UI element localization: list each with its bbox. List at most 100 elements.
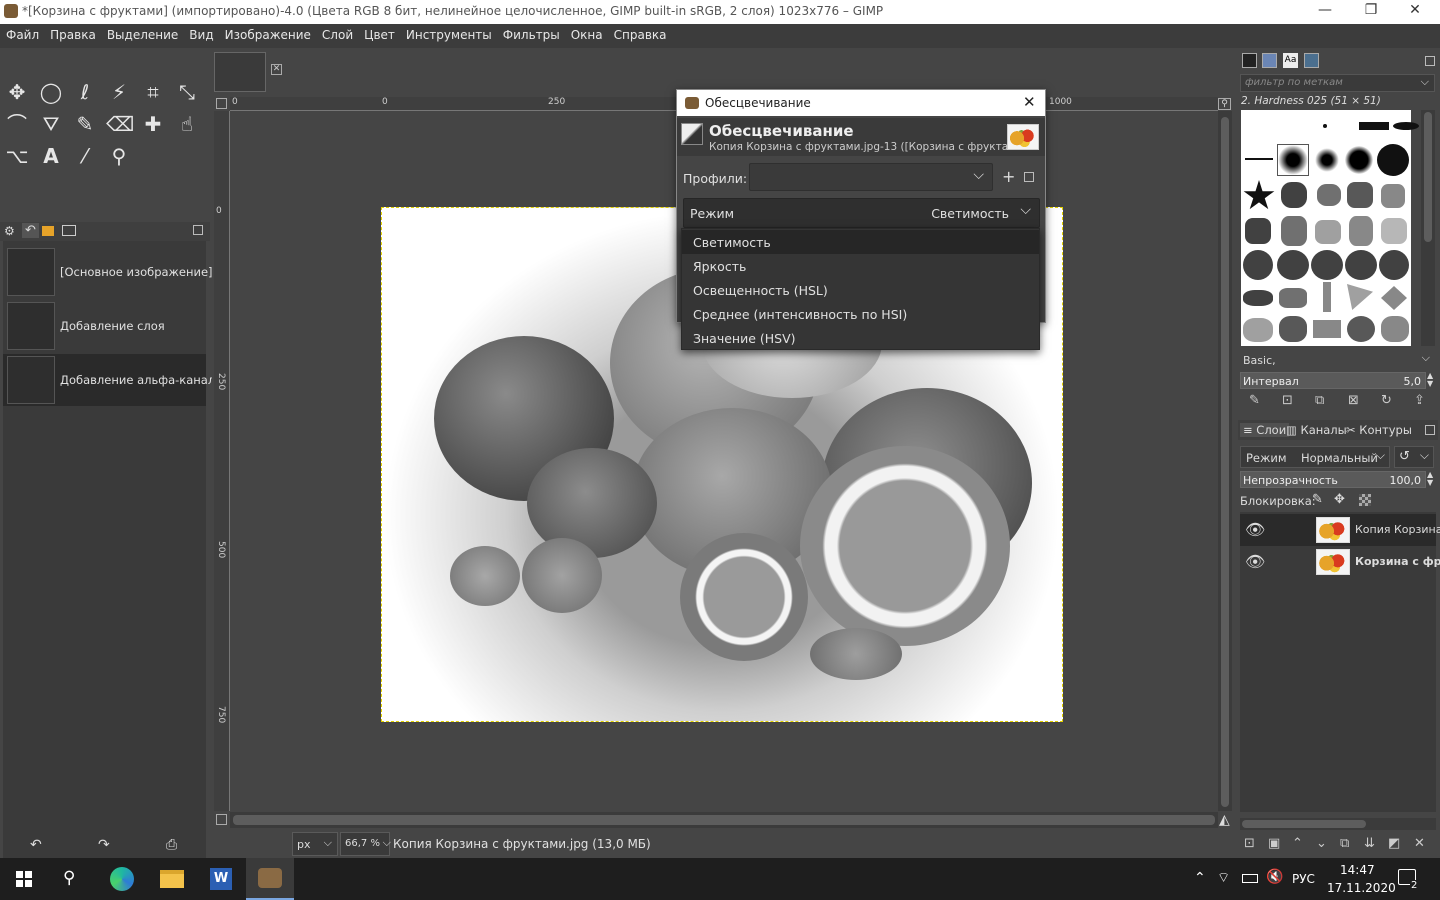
visibility-eye-icon[interactable]: 👁 xyxy=(1245,552,1265,571)
taskbar-explorer[interactable] xyxy=(148,858,196,900)
brush-filter-input[interactable]: фильтр по меткам ⌵ xyxy=(1240,74,1435,92)
duplicate-layer-icon[interactable]: ⧉ xyxy=(1340,836,1349,851)
brush-preset[interactable] xyxy=(1345,146,1373,174)
clock-time[interactable]: 14:47 xyxy=(1340,863,1375,877)
brush-preset[interactable] xyxy=(1243,250,1273,280)
brush-preset[interactable] xyxy=(1349,216,1373,246)
brush-preset[interactable] xyxy=(1281,182,1307,208)
open-as-image-icon[interactable]: ⇪ xyxy=(1414,393,1425,408)
brush-preset[interactable] xyxy=(1381,218,1407,244)
tab-channels[interactable]: ▥ Каналы xyxy=(1286,423,1347,437)
eraser-icon[interactable]: ⌫ xyxy=(106,111,134,137)
brush-scrollbar[interactable] xyxy=(1421,110,1435,346)
brush-preset[interactable] xyxy=(1347,316,1375,342)
profile-menu-icon[interactable] xyxy=(1024,172,1034,182)
new-layer-icon[interactable]: ⊡ xyxy=(1244,836,1255,851)
fuzzy-select-icon[interactable]: ⚡ xyxy=(106,79,132,105)
opacity-slider[interactable]: Непрозрачность 100,0 xyxy=(1240,471,1426,488)
navigate-arrow-icon[interactable]: ◭ xyxy=(1219,812,1230,828)
configure-tab-icon[interactable] xyxy=(1425,425,1435,435)
zoom-select[interactable]: 66,7 % ⌵ xyxy=(340,832,391,856)
brush-preset[interactable] xyxy=(1245,218,1271,244)
menu-image[interactable]: Изображение xyxy=(219,24,316,42)
menu-view[interactable]: Вид xyxy=(183,24,218,42)
new-layer-group-icon[interactable]: ▣ xyxy=(1268,836,1280,851)
crop-tool-icon[interactable]: ⌗ xyxy=(140,79,166,105)
brush-preset[interactable] xyxy=(1281,216,1307,246)
brush-preset[interactable] xyxy=(1359,122,1389,130)
brush-preset[interactable] xyxy=(1347,182,1373,208)
bucket-fill-icon[interactable]: ⛛ xyxy=(38,111,64,137)
layer-row[interactable]: 👁 Корзина с фру xyxy=(1240,546,1440,578)
duplicate-brush-icon[interactable]: ⧉ xyxy=(1315,393,1324,408)
brush-preset[interactable] xyxy=(1243,180,1275,210)
warp-tool-icon[interactable]: ⌒ xyxy=(4,111,30,137)
mode-select[interactable]: Режим Светимость ⌵ xyxy=(683,198,1040,228)
new-brush-icon[interactable]: ⊡ xyxy=(1282,393,1293,408)
menu-help[interactable]: Справка xyxy=(608,24,672,42)
add-profile-icon[interactable]: + xyxy=(1002,167,1015,186)
brush-preset[interactable] xyxy=(1377,144,1409,176)
input-language[interactable]: РУС xyxy=(1292,872,1315,886)
menu-colors[interactable]: Цвет xyxy=(358,24,400,42)
undo-icon[interactable]: ↶ xyxy=(30,837,42,853)
close-image-tab-icon[interactable]: ✕ xyxy=(271,64,282,75)
brushes-tab-icon[interactable] xyxy=(1242,53,1257,68)
spin-arrows-icon[interactable]: ▲ ▼ xyxy=(1427,372,1433,388)
layer-mode-select[interactable]: Режим Нормальный ⌵ xyxy=(1240,446,1390,468)
brush-preset[interactable] xyxy=(1317,184,1341,206)
menu-edit[interactable]: Правка xyxy=(44,24,101,42)
clock-date[interactable]: 17.11.2020 xyxy=(1327,881,1396,895)
visibility-eye-icon[interactable]: 👁 xyxy=(1245,520,1265,539)
delete-brush-icon[interactable]: ⊠ xyxy=(1348,393,1359,408)
text-tool-icon[interactable]: A xyxy=(38,143,64,169)
gradients-tab-icon[interactable] xyxy=(1304,53,1319,68)
brush-preset-selected[interactable] xyxy=(1277,144,1309,176)
history-item-selected[interactable]: Добавление альфа-канала xyxy=(3,354,222,406)
lower-layer-icon[interactable]: ⌄ xyxy=(1316,836,1327,851)
ruler-corner-icon[interactable] xyxy=(216,98,227,109)
brush-grid[interactable] xyxy=(1241,110,1419,346)
brush-preset[interactable] xyxy=(1243,290,1273,306)
brush-preset[interactable] xyxy=(1311,250,1343,280)
zoom-tool-icon[interactable]: ⚲ xyxy=(106,143,132,169)
paintbrush-icon[interactable]: ✎ xyxy=(72,111,98,137)
mode-option-average-hsi[interactable]: Среднее (интенсивность по HSI) xyxy=(682,302,1039,326)
brush-preset[interactable] xyxy=(1279,316,1307,342)
images-tab-icon[interactable] xyxy=(42,226,54,236)
profiles-select[interactable]: ⌵ xyxy=(749,163,993,191)
maximize-button[interactable]: ❐ xyxy=(1348,2,1394,18)
brush-preset[interactable] xyxy=(1323,124,1327,128)
patterns-tab-icon[interactable] xyxy=(1262,53,1277,68)
taskbar-gimp[interactable] xyxy=(246,858,294,900)
refresh-brushes-icon[interactable]: ↻ xyxy=(1381,393,1392,408)
brush-preset[interactable] xyxy=(1315,220,1341,244)
dialog-title-bar[interactable]: Обесцвечивание ✕ xyxy=(677,90,1045,116)
brush-preset-select[interactable]: Basic, ⌵ xyxy=(1240,351,1435,369)
taskbar-word[interactable]: W xyxy=(198,858,246,900)
free-select-icon[interactable]: ℓ xyxy=(72,79,98,105)
mode-option-luma[interactable]: Яркость xyxy=(682,254,1039,278)
merge-down-icon[interactable]: ⇊ xyxy=(1364,836,1375,851)
spin-arrows-icon[interactable]: ▲ ▼ xyxy=(1427,471,1433,487)
smudge-tool-icon[interactable]: ☝ xyxy=(174,111,200,137)
brush-preset[interactable] xyxy=(1243,318,1273,342)
brush-preset[interactable] xyxy=(1313,320,1341,338)
menu-tools[interactable]: Инструменты xyxy=(400,24,497,42)
brush-preset[interactable] xyxy=(1315,148,1339,172)
history-item[interactable]: [Основное изображение] xyxy=(3,246,213,298)
spacing-slider[interactable]: Интервал 5,0 xyxy=(1240,372,1426,389)
ellipse-select-icon[interactable]: ◯ xyxy=(38,79,64,105)
configure-tab-icon[interactable] xyxy=(193,225,203,235)
history-item[interactable]: Добавление слоя xyxy=(3,300,206,352)
layer-mask-icon[interactable]: ◩ xyxy=(1388,836,1400,851)
lock-position-icon[interactable]: ✥ xyxy=(1334,492,1345,507)
vertical-scrollbar[interactable] xyxy=(1218,111,1232,811)
transform-tool-icon[interactable]: ⤡ xyxy=(174,79,200,105)
configure-tab-icon[interactable] xyxy=(1425,56,1435,66)
taskbar-edge[interactable] xyxy=(98,858,146,900)
brush-preset[interactable] xyxy=(1347,284,1373,310)
unit-select[interactable]: px ⌵ xyxy=(292,832,338,856)
quick-mask-icon[interactable] xyxy=(216,814,227,825)
mode-option-value-hsv[interactable]: Значение (HSV) xyxy=(682,326,1039,350)
